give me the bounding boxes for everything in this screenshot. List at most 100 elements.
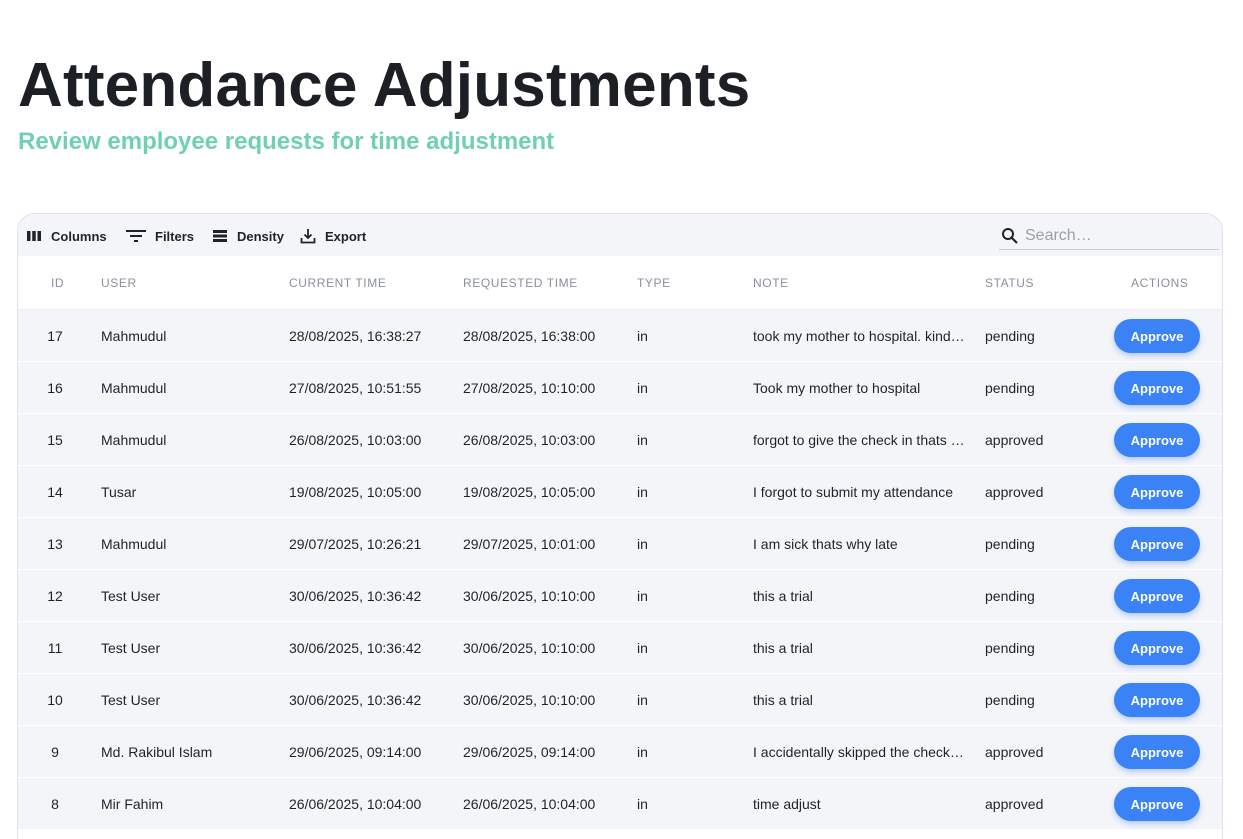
cell-user: Mahmudul bbox=[101, 328, 167, 344]
export-button[interactable]: Export bbox=[300, 226, 366, 246]
approve-button[interactable]: Approve bbox=[1114, 579, 1200, 613]
cell-current-time: 27/08/2025, 10:51:55 bbox=[289, 380, 422, 396]
cell-note: this a trial bbox=[753, 588, 813, 604]
cell-user: Tusar bbox=[101, 484, 137, 500]
search-box bbox=[999, 222, 1219, 250]
density-button[interactable]: Density bbox=[212, 226, 284, 246]
cell-status: approved bbox=[985, 744, 1044, 760]
cell-current-time: 30/06/2025, 10:36:42 bbox=[289, 692, 422, 708]
columns-label: Columns bbox=[51, 228, 107, 244]
cell-requested-time: 19/08/2025, 10:05:00 bbox=[463, 484, 596, 500]
export-label: Export bbox=[325, 228, 367, 244]
export-icon bbox=[300, 229, 316, 244]
cell-user: Md. Rakibul Islam bbox=[101, 744, 213, 760]
cell-current-time: 19/08/2025, 10:05:00 bbox=[289, 484, 422, 500]
filters-label: Filters bbox=[155, 228, 195, 244]
cell-current-time: 29/07/2025, 10:26:21 bbox=[289, 536, 422, 552]
cell-requested-time: 28/08/2025, 16:38:00 bbox=[463, 328, 596, 344]
filters-button[interactable]: Filters bbox=[126, 226, 194, 246]
table-row[interactable]: 9 Md. Rakibul Islam 29/06/2025, 09:14:00 29… bbox=[18, 726, 1222, 778]
approve-button[interactable]: Approve bbox=[1114, 683, 1200, 717]
header-user[interactable]: USER bbox=[101, 276, 137, 290]
cell-type: in bbox=[637, 692, 648, 708]
cell-id: 11 bbox=[47, 640, 63, 656]
cell-note: I am sick thats why late bbox=[753, 536, 898, 552]
table-row[interactable]: 12 Test User 30/06/2025, 10:36:42 30/06/202… bbox=[18, 570, 1222, 622]
page-title: Attendance Adjustments bbox=[18, 51, 751, 120]
cell-current-time: 26/06/2025, 10:04:00 bbox=[289, 796, 422, 812]
approve-button[interactable]: Approve bbox=[1114, 787, 1200, 821]
cell-user: Test User bbox=[101, 640, 161, 656]
cell-requested-time: 29/07/2025, 10:01:00 bbox=[463, 536, 596, 552]
cell-status: pending bbox=[985, 692, 1035, 708]
cell-note: this a trial bbox=[753, 640, 813, 656]
cell-id: 9 bbox=[51, 744, 59, 760]
cell-type: in bbox=[637, 484, 648, 500]
cell-id: 17 bbox=[47, 328, 63, 344]
cell-requested-time: 30/06/2025, 10:10:00 bbox=[463, 692, 596, 708]
table-row[interactable]: 8 Mir Fahim 26/06/2025, 10:04:00 26/06/2025… bbox=[18, 778, 1222, 830]
header-status[interactable]: STATUS bbox=[985, 276, 1034, 290]
table-row[interactable]: 16 Mahmudul 27/08/2025, 10:51:55 27/08/2025… bbox=[18, 362, 1222, 414]
cell-user: Mahmudul bbox=[101, 536, 167, 552]
approve-button[interactable]: Approve bbox=[1114, 527, 1200, 561]
search-input[interactable] bbox=[1025, 226, 1205, 245]
table-row[interactable]: 17 Mahmudul 28/08/2025, 16:38:27 28/08/2025… bbox=[18, 310, 1222, 362]
cell-status: pending bbox=[985, 536, 1035, 552]
cell-note: I accidentally skipped the check… bbox=[753, 744, 964, 760]
approve-button[interactable]: Approve bbox=[1114, 735, 1200, 769]
header-requested-time[interactable]: REQUESTED TIME bbox=[463, 276, 578, 290]
cell-note: took my mother to hospital. kind… bbox=[753, 328, 965, 344]
approve-button[interactable]: Approve bbox=[1114, 631, 1200, 665]
cell-requested-time: 30/06/2025, 10:10:00 bbox=[463, 640, 596, 656]
filter-icon bbox=[126, 230, 146, 242]
cell-type: in bbox=[637, 796, 648, 812]
header-id[interactable]: ID bbox=[51, 276, 64, 290]
cell-id: 14 bbox=[47, 484, 63, 500]
table: ID USER CURRENT TIME REQUESTED TIME TYPE… bbox=[18, 256, 1222, 839]
cell-type: in bbox=[637, 328, 648, 344]
cell-requested-time: 30/06/2025, 10:10:00 bbox=[463, 588, 596, 604]
approve-button[interactable]: Approve bbox=[1114, 423, 1200, 457]
search-icon bbox=[1002, 227, 1018, 244]
cell-requested-time: 26/06/2025, 10:04:00 bbox=[463, 796, 596, 812]
cell-user: Mahmudul bbox=[101, 432, 167, 448]
grid-toolbar: Columns Filters Density Export bbox=[18, 214, 1222, 256]
cell-id: 10 bbox=[47, 692, 63, 708]
density-icon bbox=[213, 230, 227, 242]
cell-status: pending bbox=[985, 588, 1035, 604]
data-grid: Columns Filters Density Export Search… I… bbox=[17, 213, 1223, 839]
cell-note: I forgot to submit my attendance bbox=[753, 484, 953, 500]
columns-button[interactable]: Columns bbox=[26, 226, 107, 246]
cell-current-time: 30/06/2025, 10:36:42 bbox=[289, 640, 422, 656]
cell-current-time: 29/06/2025, 09:14:00 bbox=[289, 744, 422, 760]
cell-id: 12 bbox=[47, 588, 63, 604]
table-row[interactable]: 14 Tusar 19/08/2025, 10:05:00 19/08/2025, 1… bbox=[18, 466, 1222, 518]
cell-id: 8 bbox=[51, 796, 59, 812]
table-body: 17 Mahmudul 28/08/2025, 16:38:27 28/08/2025… bbox=[18, 310, 1222, 830]
cell-current-time: 28/08/2025, 16:38:27 bbox=[289, 328, 422, 344]
table-row[interactable]: 10 Test User 30/06/2025, 10:36:42 30/06/202… bbox=[18, 674, 1222, 726]
cell-id: 16 bbox=[47, 380, 63, 396]
cell-status: approved bbox=[985, 484, 1044, 500]
approve-button[interactable]: Approve bbox=[1114, 371, 1200, 405]
header-current-time[interactable]: CURRENT TIME bbox=[289, 276, 386, 290]
cell-type: in bbox=[637, 432, 648, 448]
cell-user: Test User bbox=[101, 588, 161, 604]
cell-status: approved bbox=[985, 796, 1044, 812]
table-row[interactable]: 13 Mahmudul 29/07/2025, 10:26:21 29/07/2025… bbox=[18, 518, 1222, 570]
table-row[interactable]: 11 Test User 30/06/2025, 10:36:42 30/06/202… bbox=[18, 622, 1222, 674]
header-type[interactable]: TYPE bbox=[637, 276, 671, 290]
cell-type: in bbox=[637, 744, 648, 760]
cell-requested-time: 27/08/2025, 10:10:00 bbox=[463, 380, 596, 396]
cell-status: pending bbox=[985, 640, 1035, 656]
approve-button[interactable]: Approve bbox=[1114, 475, 1200, 509]
table-row[interactable]: 15 Mahmudul 26/08/2025, 10:03:00 26/08/2025… bbox=[18, 414, 1222, 466]
page-subtitle: Review employee requests for time adjust… bbox=[18, 128, 555, 155]
header-note[interactable]: NOTE bbox=[753, 276, 789, 290]
cell-type: in bbox=[637, 640, 648, 656]
header-actions: ACTIONS bbox=[1131, 276, 1189, 290]
approve-button[interactable]: Approve bbox=[1114, 319, 1200, 353]
cell-status: pending bbox=[985, 328, 1035, 344]
cell-type: in bbox=[637, 588, 648, 604]
